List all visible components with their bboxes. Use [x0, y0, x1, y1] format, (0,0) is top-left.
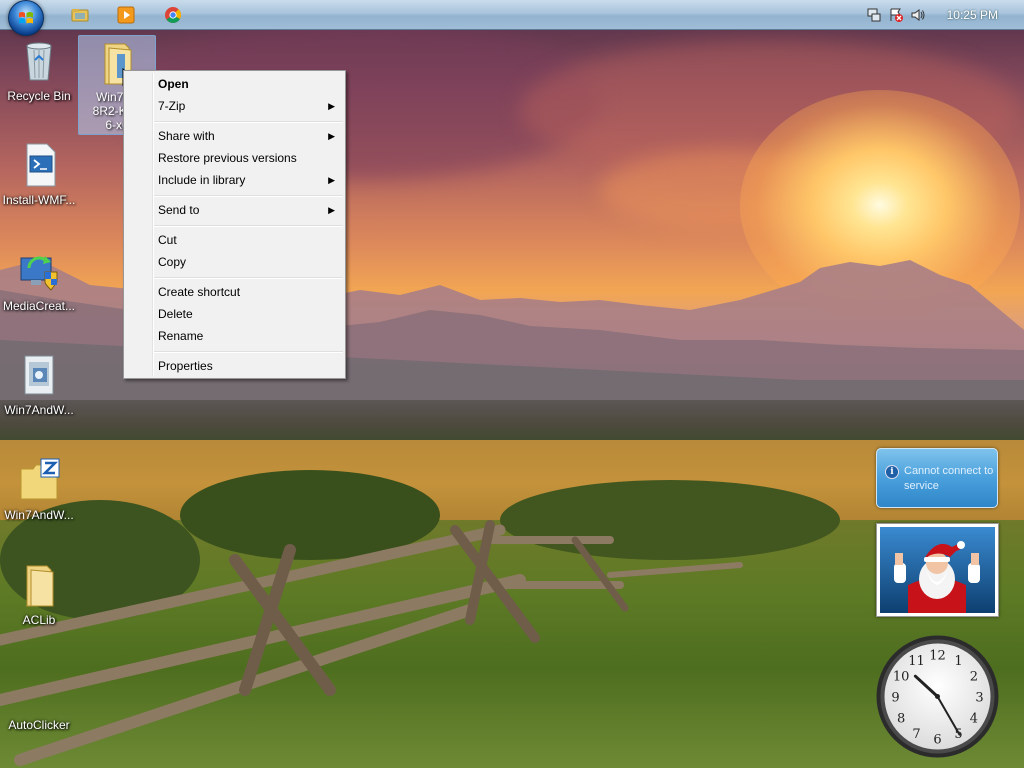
context-menu: Open 7-Zip ▶ Share with ▶ Restore previo…: [123, 70, 346, 379]
taskbar-clock[interactable]: 10:25 PM: [947, 8, 998, 22]
gadget-error-message: Cannot connect to service: [904, 465, 994, 492]
menu-item-copy[interactable]: Copy: [126, 251, 343, 273]
menu-item-delete[interactable]: Delete: [126, 303, 343, 325]
slideshow-gadget[interactable]: [876, 523, 999, 617]
desktop-icon-label: Recycle Bin: [7, 89, 71, 103]
info-icon: i: [885, 465, 899, 479]
clock-numeral: 1: [954, 654, 962, 669]
menu-separator: [154, 351, 343, 353]
zip-folder-icon: [20, 458, 60, 500]
menu-item-rename[interactable]: Rename: [126, 325, 343, 347]
menu-item-include-in-library[interactable]: Include in library ▶: [126, 169, 343, 191]
network-icon[interactable]: [866, 7, 882, 23]
weather-gadget[interactable]: i Cannot connect to service: [876, 448, 998, 508]
submenu-arrow-icon: ▶: [328, 101, 335, 111]
desktop-icon-label: Win7AndW...: [4, 403, 74, 417]
submenu-arrow-icon: ▶: [328, 131, 335, 141]
desktop-icon-mediacreationtool[interactable]: MediaCreat...: [0, 248, 78, 313]
menu-item-create-shortcut[interactable]: Create shortcut: [126, 281, 343, 303]
volume-icon[interactable]: [910, 7, 926, 23]
desktop-icon-label: MediaCreat...: [2, 299, 76, 313]
menu-separator: [154, 225, 343, 227]
media-player-icon[interactable]: [117, 6, 135, 24]
menu-item-7zip[interactable]: 7-Zip ▶: [126, 95, 343, 117]
desktop-icon-label: ACLib: [22, 613, 56, 627]
taskbar: 10:25 PM: [0, 0, 1024, 36]
desktop-icon-label: Install-WMF...: [2, 193, 76, 207]
menu-separator: [154, 121, 343, 123]
folder-icon: [26, 565, 54, 607]
clock-numeral: 9: [891, 691, 899, 706]
windows-logo-icon: [19, 12, 33, 24]
clock-numeral: 2: [970, 670, 978, 685]
application-icon: [17, 670, 61, 716]
desktop-icon-win7andw-installer[interactable]: Win7AndW...: [0, 352, 78, 417]
clock-numeral: 12: [929, 649, 946, 664]
action-center-icon[interactable]: [888, 7, 904, 23]
clock-numeral: 3: [975, 691, 983, 706]
clock-numeral: 8: [897, 712, 905, 727]
desktop-icon-autoclicker[interactable]: AutoClicker: [0, 670, 78, 732]
clock-numeral: 10: [893, 670, 910, 685]
menu-item-share-with[interactable]: Share with ▶: [126, 125, 343, 147]
menu-separator: [154, 277, 343, 279]
desktop-icon-label: AutoClicker: [8, 718, 70, 732]
desktop-icon-label: Win7AndW...: [4, 508, 74, 522]
clock-numeral: 11: [908, 654, 925, 669]
desktop-icon-recycle-bin[interactable]: Recycle Bin: [0, 38, 78, 103]
start-button[interactable]: [8, 0, 44, 36]
desktop-icon-install-wmf[interactable]: Install-WMF...: [0, 142, 78, 207]
menu-item-send-to[interactable]: Send to ▶: [126, 199, 343, 221]
submenu-arrow-icon: ▶: [328, 205, 335, 215]
desktop-icon-aclib[interactable]: ACLib: [0, 562, 78, 627]
system-tray: 10:25 PM: [854, 0, 1024, 30]
clock-numeral: 4: [970, 712, 978, 727]
chrome-icon[interactable]: [164, 6, 182, 24]
recycle-bin-icon: [26, 42, 52, 81]
menu-item-restore-previous-versions[interactable]: Restore previous versions: [126, 147, 343, 169]
menu-item-open[interactable]: Open: [126, 73, 343, 95]
menu-item-cut[interactable]: Cut: [126, 229, 343, 251]
clock-gadget[interactable]: 121234567891011: [875, 634, 1000, 759]
desktop-icon-win7andw-zip[interactable]: Win7AndW...: [0, 457, 78, 522]
slideshow-photo: [880, 527, 995, 613]
clock-numeral: 7: [912, 727, 920, 742]
media-creation-tool-icon: [20, 256, 58, 291]
powershell-script-icon: [26, 143, 56, 187]
menu-separator: [154, 195, 343, 197]
installer-icon: [24, 355, 54, 395]
clock-numeral: 6: [933, 733, 941, 748]
explorer-icon[interactable]: [71, 6, 89, 24]
menu-item-properties[interactable]: Properties: [126, 355, 343, 377]
submenu-arrow-icon: ▶: [328, 175, 335, 185]
